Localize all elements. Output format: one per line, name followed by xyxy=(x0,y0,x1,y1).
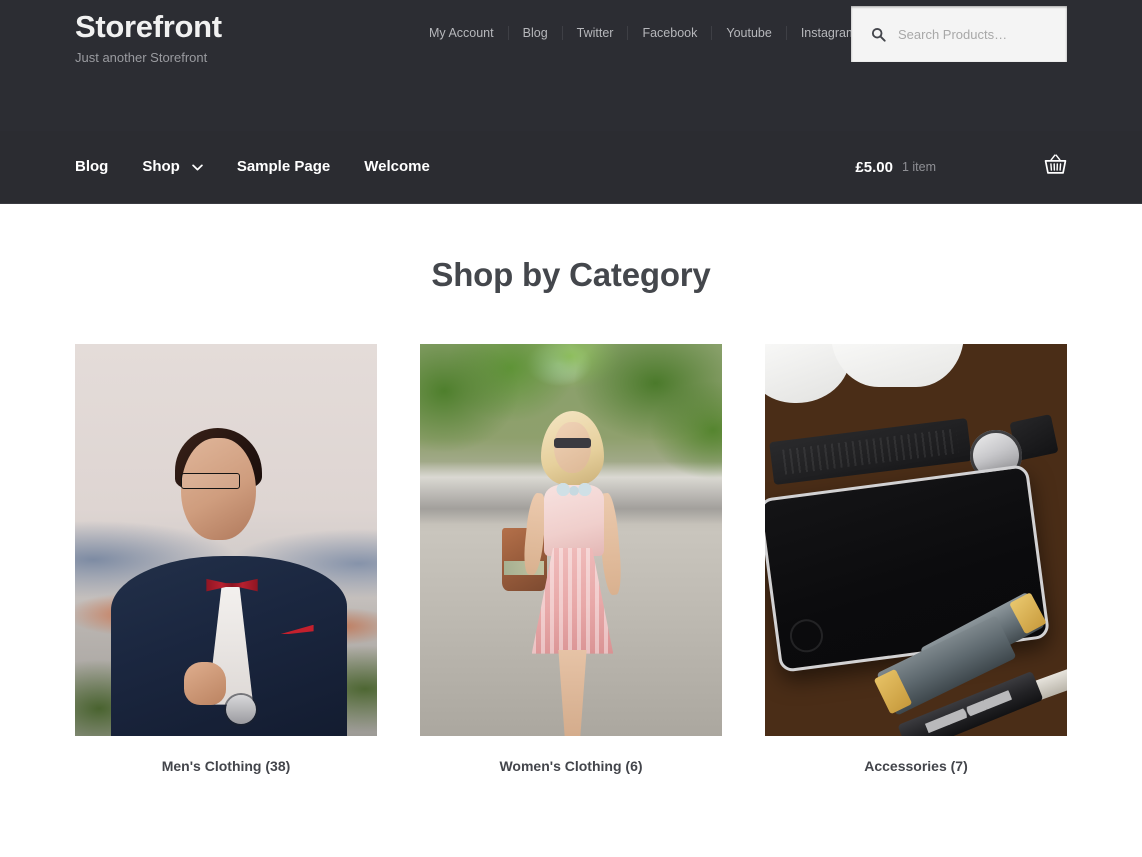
menu-item-sample-page[interactable]: Sample Page xyxy=(237,157,330,177)
category-card-accessories[interactable]: Accessories (7) xyxy=(765,344,1067,774)
photo-detail-head xyxy=(180,438,257,540)
photo-woman-in-pink-dress xyxy=(420,344,722,736)
cart-total-amount: £5.00 xyxy=(855,158,893,176)
menu-item-shop[interactable]: Shop xyxy=(142,157,203,177)
category-title-mens-clothing: Men's Clothing (38) xyxy=(75,758,377,774)
photo-detail-dress-top xyxy=(543,485,605,556)
main-nav-inner: Blog Shop Sample Page Welcome £5.00 1 it… xyxy=(75,131,1067,203)
category-name: Accessories xyxy=(864,758,947,774)
category-title-womens-clothing: Women's Clothing (6) xyxy=(420,758,722,774)
photo-detail-hand xyxy=(183,661,226,705)
main-content: Shop by Category Men's Clothing (38) Wom… xyxy=(75,204,1067,774)
secondary-nav-item-my-account[interactable]: My Account xyxy=(415,25,508,41)
product-category-grid: Men's Clothing (38) Women's Clothing (6)… xyxy=(75,344,1067,774)
product-search-form[interactable] xyxy=(851,6,1067,62)
search-icon xyxy=(871,27,886,42)
photo-detail-legs xyxy=(558,649,587,736)
photo-accessories-flatlay xyxy=(765,344,1067,736)
menu-link-welcome[interactable]: Welcome xyxy=(364,157,430,177)
site-header: Storefront Just another Storefront My Ac… xyxy=(0,0,1142,131)
category-thumbnail-mens-clothing xyxy=(75,344,377,736)
search-input[interactable] xyxy=(898,26,1048,42)
menu-link-shop[interactable]: Shop xyxy=(142,157,180,177)
shopping-basket-icon[interactable] xyxy=(1044,154,1067,180)
category-name: Men's Clothing xyxy=(161,758,262,774)
photo-man-in-navy-suit xyxy=(75,344,377,736)
site-branding[interactable]: Storefront Just another Storefront xyxy=(75,8,222,67)
category-name: Women's Clothing xyxy=(499,758,622,774)
category-count: (7) xyxy=(950,758,968,774)
secondary-nav-item-twitter[interactable]: Twitter xyxy=(563,25,628,41)
category-thumbnail-womens-clothing xyxy=(420,344,722,736)
secondary-nav-item-facebook[interactable]: Facebook xyxy=(628,25,711,41)
main-navigation-bar: Blog Shop Sample Page Welcome £5.00 1 it… xyxy=(0,131,1142,204)
secondary-nav-item-youtube[interactable]: Youtube xyxy=(712,25,785,41)
photo-detail-case xyxy=(831,344,965,388)
cart-item-count: 1 item xyxy=(901,160,936,174)
cart-contents[interactable]: £5.00 1 item xyxy=(855,154,1067,180)
photo-detail-necklace xyxy=(555,483,593,496)
site-title[interactable]: Storefront xyxy=(75,8,222,45)
menu-item-blog[interactable]: Blog xyxy=(75,157,108,177)
page-title: Shop by Category xyxy=(431,256,711,293)
header-inner: Storefront Just another Storefront My Ac… xyxy=(75,0,1067,131)
menu-link-sample-page[interactable]: Sample Page xyxy=(237,157,330,177)
secondary-nav-item-blog[interactable]: Blog xyxy=(509,25,562,41)
menu-item-welcome[interactable]: Welcome xyxy=(364,157,430,177)
site-description: Just another Storefront xyxy=(75,50,208,66)
category-title-accessories: Accessories (7) xyxy=(765,758,1067,774)
category-card-mens-clothing[interactable]: Men's Clothing (38) xyxy=(75,344,377,774)
photo-detail-sunglasses xyxy=(554,438,591,449)
category-count: (6) xyxy=(625,758,643,774)
category-count: (38) xyxy=(265,758,291,774)
menu-link-blog[interactable]: Blog xyxy=(75,157,108,177)
secondary-navigation: My Account Blog Twitter Facebook Youtube… xyxy=(415,25,870,41)
category-card-womens-clothing[interactable]: Women's Clothing (6) xyxy=(420,344,722,774)
category-thumbnail-accessories xyxy=(765,344,1067,736)
chevron-down-icon[interactable] xyxy=(192,158,203,176)
primary-menu: Blog Shop Sample Page Welcome xyxy=(75,157,464,177)
photo-detail-glasses xyxy=(180,473,241,489)
